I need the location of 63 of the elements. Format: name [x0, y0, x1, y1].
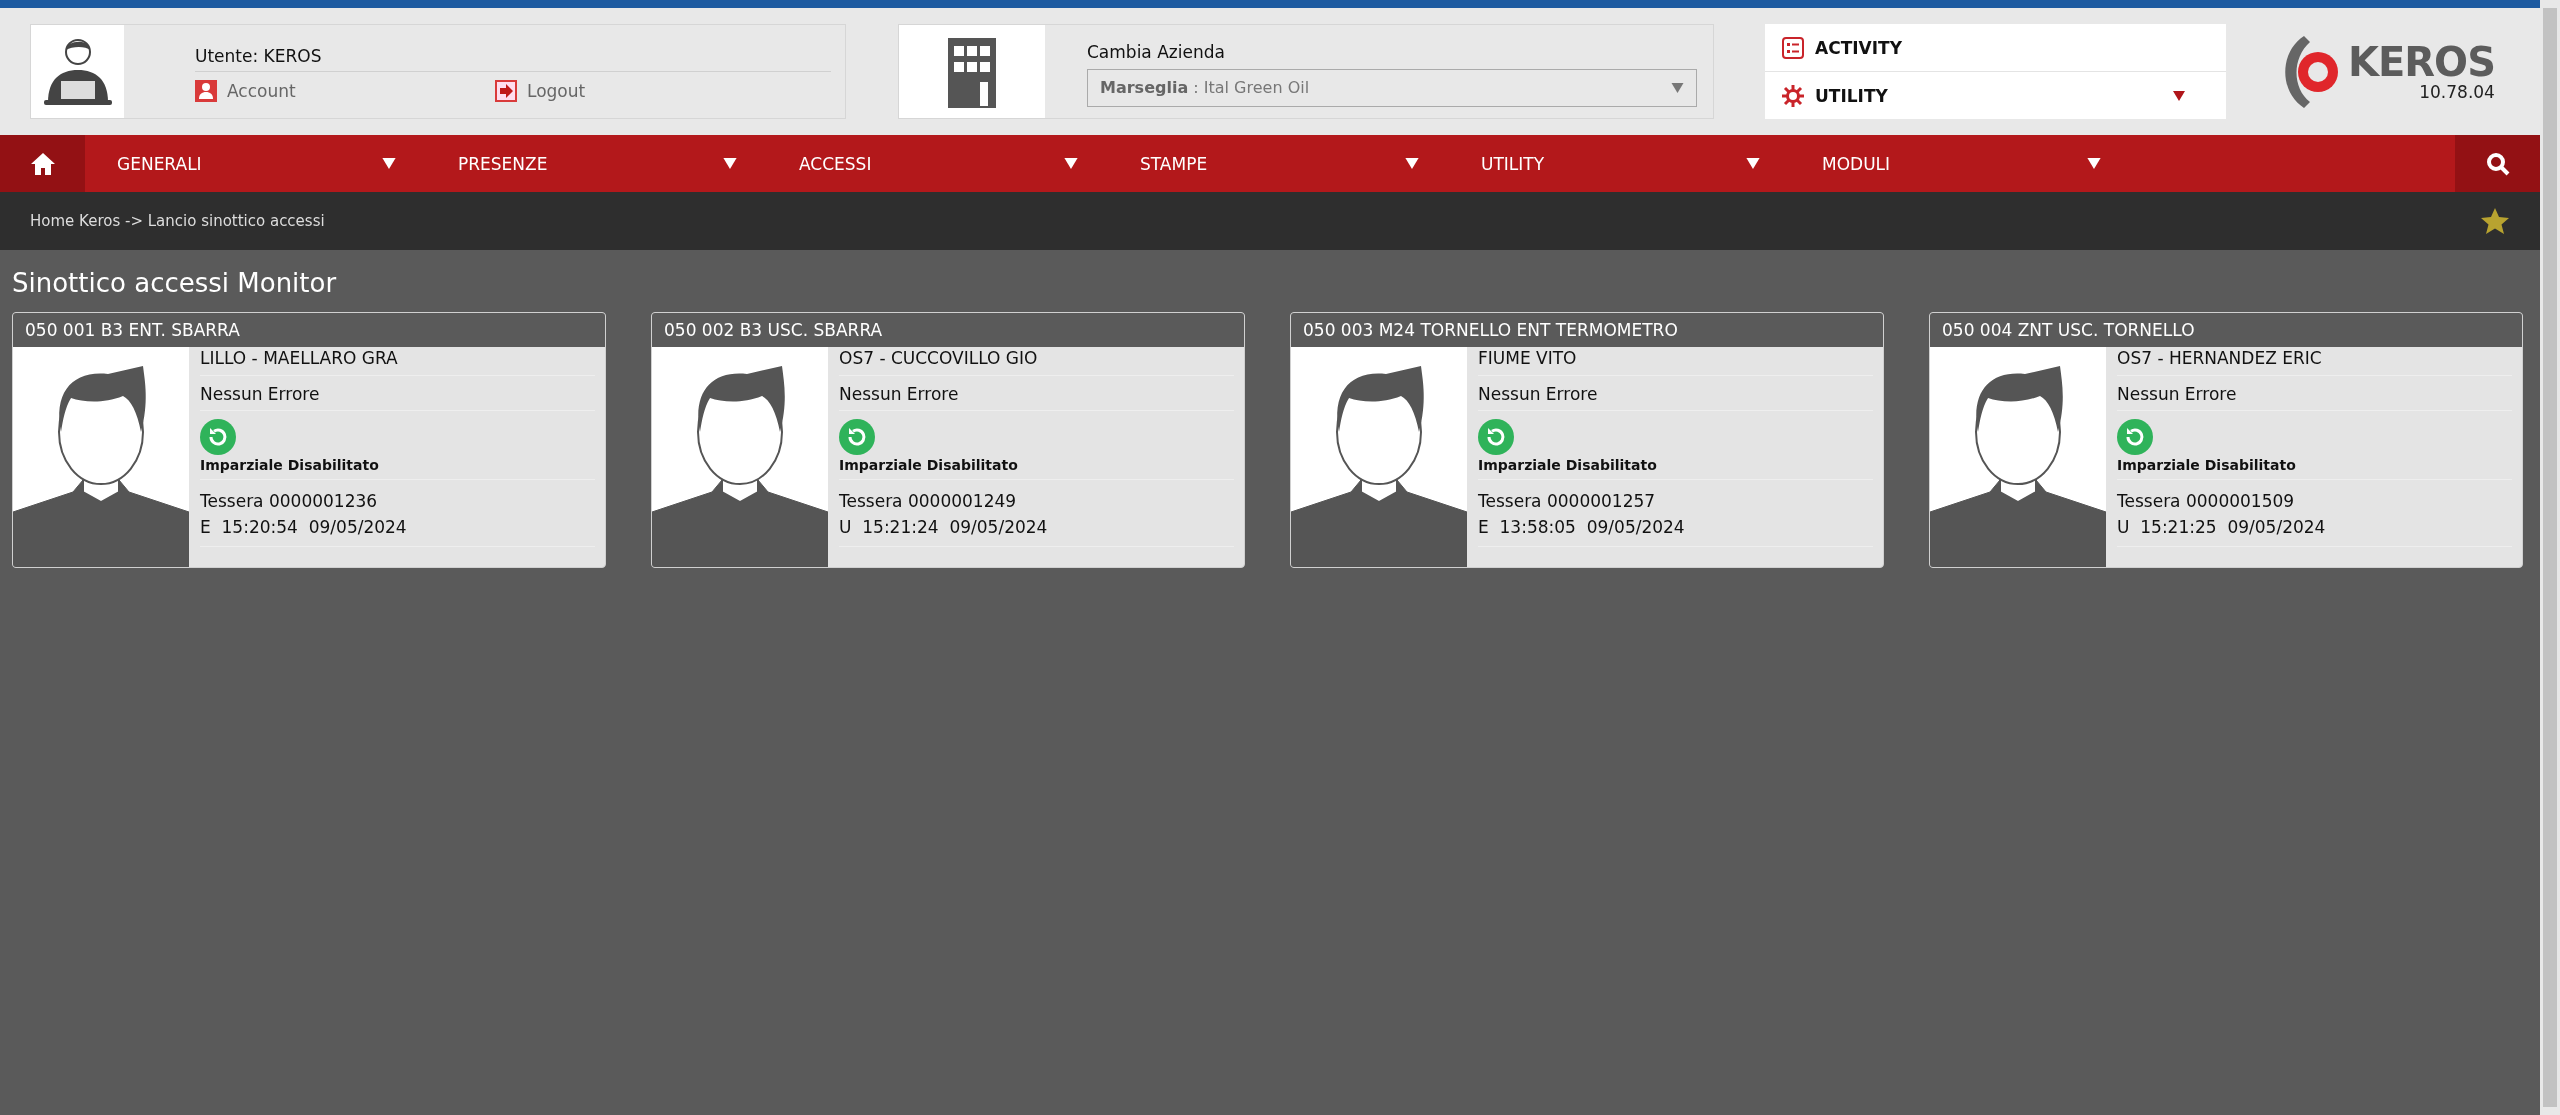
- company-label: Cambia Azienda: [1087, 40, 1226, 64]
- user-name: Utente: KEROS: [195, 41, 831, 72]
- home-icon: [29, 150, 56, 177]
- home-button[interactable]: [0, 135, 85, 192]
- mode-text: Imparziale Disabilitato: [839, 455, 1234, 480]
- nav-menu-item[interactable]: UTILITY: [1481, 135, 1822, 192]
- logout-link[interactable]: Logout: [495, 80, 795, 102]
- refresh-icon[interactable]: [839, 419, 875, 455]
- status-text: Nessun Errore: [200, 376, 595, 411]
- search-button[interactable]: [2455, 135, 2540, 192]
- event-time: E 13:58:05 09/05/2024: [1478, 514, 1873, 547]
- nav-menu-item[interactable]: PRESENZE: [458, 135, 799, 192]
- caret-icon: [2087, 158, 2101, 169]
- caret-icon: [2172, 90, 2186, 101]
- status-text: Nessun Errore: [2117, 376, 2512, 411]
- caret-icon: [1746, 158, 1760, 169]
- caret-icon: [1671, 82, 1684, 93]
- event-time: U 15:21:25 09/05/2024: [2117, 514, 2512, 547]
- company-select[interactable]: Marseglia : Ital Green Oil: [1087, 68, 1697, 107]
- card-number: Tessera 0000001509: [2117, 490, 2296, 513]
- nav-menu-item[interactable]: MODULI: [1822, 135, 2163, 192]
- nav-menu-item[interactable]: ACCESSI: [799, 135, 1140, 192]
- refresh-icon[interactable]: [2117, 419, 2153, 455]
- list-icon: [1781, 35, 1805, 60]
- person-name: LILLO - MAELLARO GRA: [200, 347, 595, 376]
- gear-icon: [1781, 83, 1805, 108]
- nav-menu-item[interactable]: GENERALI: [117, 135, 458, 192]
- status-text: Nessun Errore: [1478, 376, 1873, 411]
- event-time: E 15:20:54 09/05/2024: [200, 514, 595, 547]
- status-text: Nessun Errore: [839, 376, 1234, 411]
- person-name: OS7 - CUCCOVILLO GIO: [839, 347, 1234, 376]
- caret-icon: [1405, 158, 1419, 169]
- refresh-icon[interactable]: [200, 419, 236, 455]
- refresh-icon[interactable]: [1478, 419, 1514, 455]
- mode-text: Imparziale Disabilitato: [200, 455, 595, 480]
- terminal-title: 050 001 B3 ENT. SBARRA: [13, 313, 605, 347]
- star-icon[interactable]: [2480, 206, 2510, 236]
- terminal-title: 050 002 B3 USC. SBARRA: [652, 313, 1244, 347]
- caret-icon: [1064, 158, 1078, 169]
- terminal-title: 050 003 M24 TORNELLO ENT TERMOMETRO: [1291, 313, 1883, 347]
- mode-text: Imparziale Disabilitato: [1478, 455, 1873, 480]
- card-number: Tessera 0000001236: [200, 490, 379, 513]
- caret-icon: [723, 158, 737, 169]
- quick-menu-item[interactable]: UTILITY: [1765, 71, 2226, 119]
- user-icon: [195, 80, 217, 102]
- scrollbar[interactable]: [2540, 0, 2560, 1115]
- card-number: Tessera 0000001257: [1478, 490, 1657, 513]
- event-time: U 15:21:24 09/05/2024: [839, 514, 1234, 547]
- person-name: OS7 - HERNANDEZ ERIC: [2117, 347, 2512, 376]
- breadcrumb: Home Keros -> Lancio sinottico accessi: [30, 212, 325, 230]
- account-link[interactable]: Account: [195, 80, 495, 102]
- quick-menu-item[interactable]: ACTIVITY: [1765, 24, 2226, 71]
- caret-icon: [382, 158, 396, 169]
- logo-text: KEROS: [2348, 41, 2495, 82]
- version-label: 10.78.04: [2419, 81, 2495, 102]
- person-name: FIUME VITO: [1478, 347, 1873, 376]
- nav-menu-item[interactable]: STAMPE: [1140, 135, 1481, 192]
- search-icon: [2484, 150, 2511, 177]
- page-title: Sinottico accessi Monitor: [12, 268, 338, 298]
- terminal-title: 050 004 ZNT USC. TORNELLO: [1930, 313, 2522, 347]
- logout-icon: [495, 80, 517, 102]
- mode-text: Imparziale Disabilitato: [2117, 455, 2512, 480]
- card-number: Tessera 0000001249: [839, 490, 1018, 513]
